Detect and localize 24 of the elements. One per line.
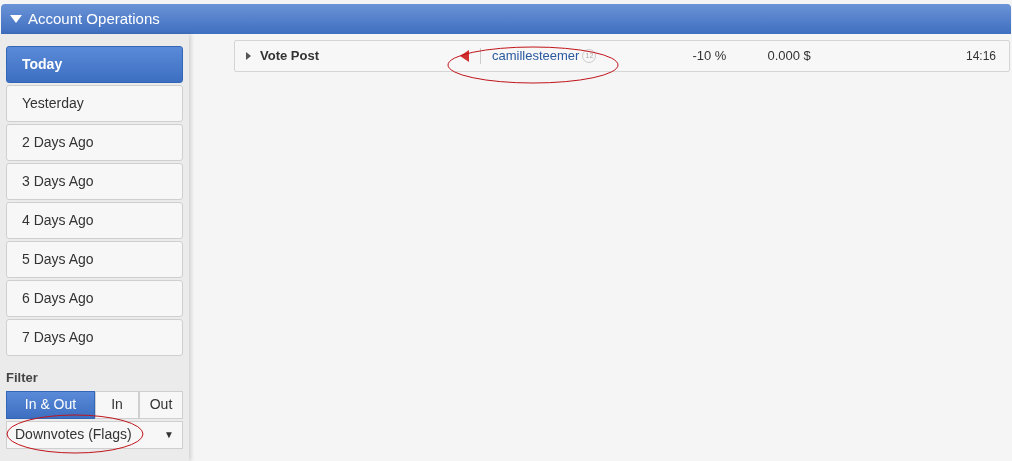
caret-right-icon [246, 52, 251, 60]
day-button[interactable]: 6 Days Ago [6, 280, 183, 317]
filter-tab[interactable]: In & Out [6, 390, 95, 419]
header-bar[interactable]: Account Operations [1, 4, 1011, 34]
dropdown-value: Downvotes (Flags) [15, 425, 132, 444]
payout-value: 0.000 $ [767, 47, 811, 66]
header-title: Account Operations [28, 8, 160, 29]
day-button[interactable]: Today [6, 46, 183, 83]
day-button[interactable]: Yesterday [6, 85, 183, 122]
type-dropdown[interactable]: Downvotes (Flags) ▼ [6, 420, 183, 449]
day-button[interactable]: 3 Days Ago [6, 163, 183, 200]
vote-weight: -10 % [692, 47, 728, 66]
account-link[interactable]: camillesteemer [492, 46, 580, 66]
operation-type: Vote Post [260, 47, 320, 66]
day-button[interactable]: 4 Days Ago [6, 202, 183, 239]
day-button[interactable]: 5 Days Ago [6, 241, 183, 278]
operation-time: 14:16 [965, 48, 996, 65]
filter-tab[interactable]: Out [139, 390, 183, 419]
filter-label: Filter [6, 369, 39, 387]
caret-down-icon [10, 15, 22, 23]
filter-tab[interactable]: In [95, 390, 139, 419]
dropdown-caret: ▼ [164, 428, 174, 442]
day-button[interactable]: 7 Days Ago [6, 319, 183, 356]
day-button[interactable]: 2 Days Ago [6, 124, 183, 161]
